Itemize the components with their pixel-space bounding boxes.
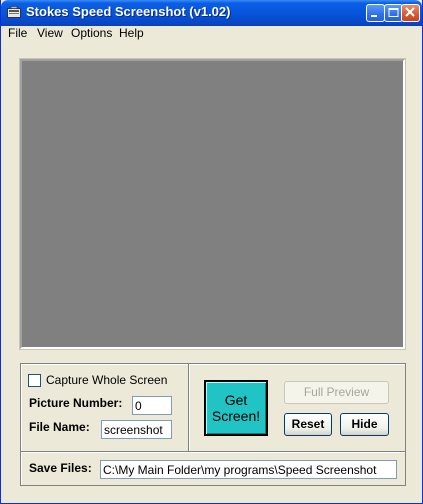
menu-bar: File View Options Help bbox=[1, 26, 422, 42]
window-title: Stokes Speed Screenshot (v1.02) bbox=[26, 4, 231, 19]
save-files-path-input[interactable]: C:\My Main Folder\my programs\Speed Scre… bbox=[100, 460, 397, 479]
menu-help[interactable]: Help bbox=[119, 26, 144, 40]
full-preview-button[interactable]: Full Preview bbox=[284, 381, 389, 404]
maximize-icon bbox=[388, 8, 399, 17]
file-name-label: File Name: bbox=[29, 420, 90, 434]
close-icon bbox=[405, 7, 415, 17]
capture-whole-screen-checkbox[interactable] bbox=[28, 374, 41, 387]
minimize-button[interactable] bbox=[366, 4, 385, 22]
picture-number-label: Picture Number: bbox=[29, 396, 123, 410]
reset-button[interactable]: Reset bbox=[284, 413, 332, 436]
picture-number-input[interactable]: 0 bbox=[132, 396, 172, 415]
minimize-icon bbox=[371, 15, 377, 17]
get-screen-label-line2: Screen! bbox=[211, 408, 261, 424]
menu-options[interactable]: Options bbox=[71, 26, 112, 40]
camera-icon bbox=[7, 6, 21, 18]
app-window: Stokes Speed Screenshot (v1.02) File Vie… bbox=[0, 0, 423, 504]
capture-whole-screen-label: Capture Whole Screen bbox=[46, 373, 168, 387]
file-name-input[interactable]: screenshot bbox=[101, 420, 172, 439]
menu-file[interactable]: File bbox=[8, 26, 27, 40]
get-screen-label-line1: Get bbox=[224, 392, 248, 408]
screenshot-preview-area bbox=[19, 58, 406, 350]
get-screen-button[interactable]: Get Screen! bbox=[204, 380, 268, 436]
title-bar[interactable]: Stokes Speed Screenshot (v1.02) bbox=[1, 0, 422, 26]
close-button[interactable] bbox=[401, 4, 420, 22]
hide-button[interactable]: Hide bbox=[340, 413, 389, 436]
save-files-label: Save Files: bbox=[29, 461, 92, 475]
menu-view[interactable]: View bbox=[37, 26, 63, 40]
